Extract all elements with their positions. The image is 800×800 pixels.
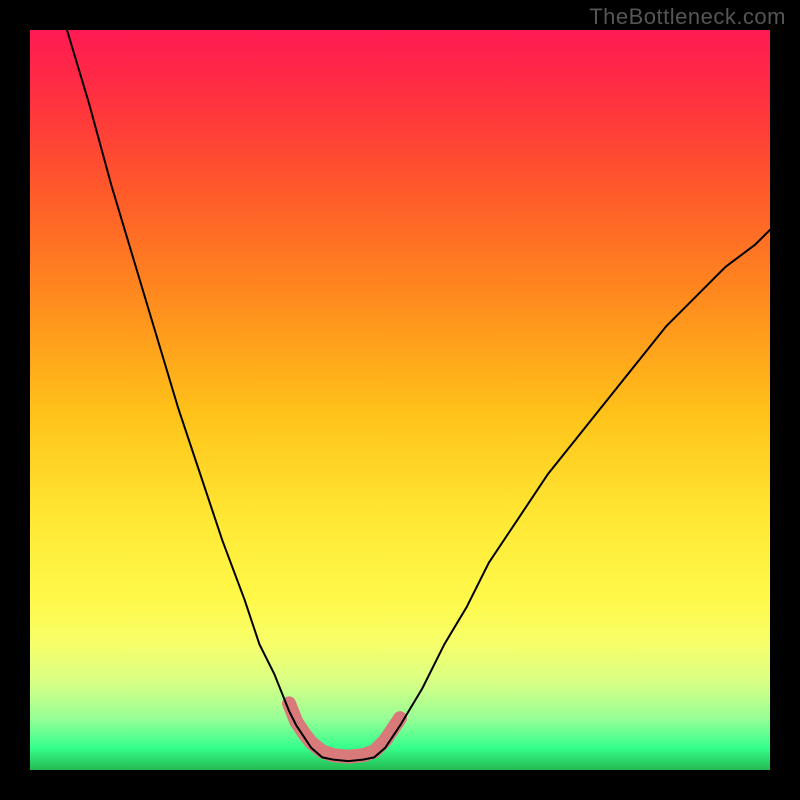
watermark-text: TheBottleneck.com bbox=[589, 4, 786, 30]
plot-area bbox=[30, 30, 770, 770]
chart-frame: TheBottleneck.com bbox=[0, 0, 800, 800]
plot-svg bbox=[30, 30, 770, 770]
bottleneck-curve bbox=[67, 30, 770, 761]
